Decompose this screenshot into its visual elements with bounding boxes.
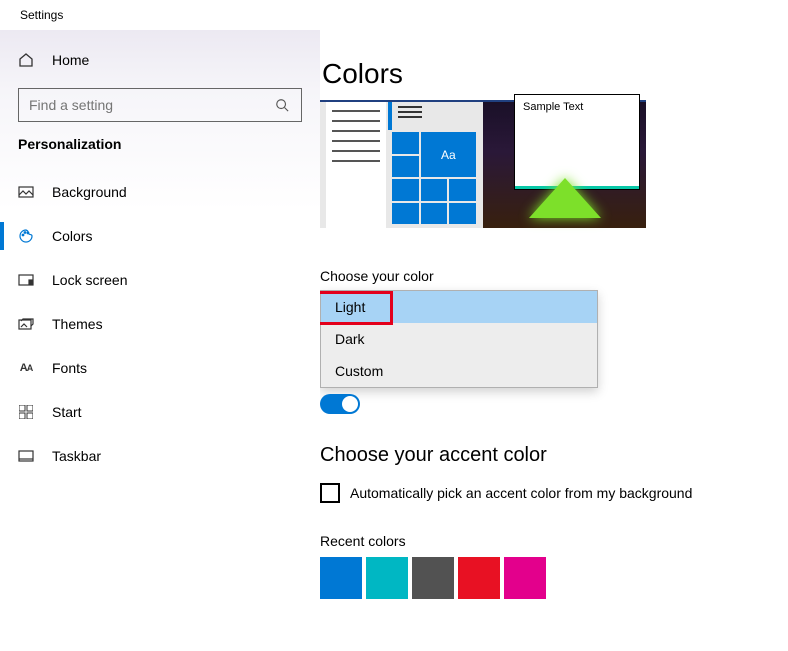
sidebar-item-themes[interactable]: Themes — [0, 302, 320, 346]
preview-light[interactable]: Aa — [320, 100, 483, 228]
dropdown-option-custom[interactable]: Custom — [321, 355, 597, 387]
search-icon — [275, 98, 291, 112]
sidebar-item-start[interactable]: Start — [0, 390, 320, 434]
sidebar-item-taskbar[interactable]: Taskbar — [0, 434, 320, 478]
sidebar-item-label: Themes — [52, 316, 103, 332]
window-title: Settings — [0, 0, 788, 30]
auto-pick-label: Automatically pick an accent color from … — [350, 485, 692, 501]
sidebar: Home Personalization Background Colors — [0, 30, 320, 651]
sidebar-section-title: Personalization — [0, 136, 320, 170]
image-icon — [18, 184, 34, 200]
dropdown-option-dark[interactable]: Dark — [321, 323, 597, 355]
recent-colors-label: Recent colors — [320, 533, 788, 549]
search-input-container[interactable] — [18, 88, 302, 122]
nav-home-label: Home — [52, 52, 89, 68]
color-mode-dropdown[interactable]: Light Dark Custom — [320, 290, 598, 388]
home-icon — [18, 52, 34, 68]
sidebar-item-fonts[interactable]: AA Fonts — [0, 346, 320, 390]
preview-sample-text: Sample Text — [515, 95, 639, 119]
tent-graphic — [529, 178, 601, 218]
sidebar-item-background[interactable]: Background — [0, 170, 320, 214]
checkbox-icon[interactable] — [320, 483, 340, 503]
sidebar-item-label: Lock screen — [52, 272, 127, 288]
sidebar-item-lockscreen[interactable]: Lock screen — [0, 258, 320, 302]
color-swatch[interactable] — [412, 557, 454, 599]
dropdown-option-light[interactable]: Light — [321, 291, 597, 323]
transparency-toggle[interactable] — [320, 394, 360, 414]
preview-tile-aa: Aa — [421, 132, 476, 177]
choose-color-label: Choose your color — [320, 268, 788, 284]
recent-colors-row — [320, 557, 788, 599]
sidebar-item-label: Colors — [52, 228, 92, 244]
lockscreen-icon — [18, 272, 34, 288]
sidebar-item-colors[interactable]: Colors — [0, 214, 320, 258]
auto-pick-checkbox-row[interactable]: Automatically pick an accent color from … — [320, 483, 788, 503]
preview-dark[interactable]: Sample Text — [483, 100, 646, 228]
sidebar-item-label: Start — [52, 404, 82, 420]
sidebar-item-label: Background — [52, 184, 127, 200]
fonts-icon: AA — [18, 362, 34, 374]
preview-popup: Sample Text — [514, 94, 640, 190]
taskbar-icon — [18, 448, 34, 464]
themes-icon — [18, 316, 34, 332]
page-title: Colors — [320, 58, 788, 90]
palette-icon — [18, 228, 34, 244]
color-swatch[interactable] — [458, 557, 500, 599]
color-swatch[interactable] — [504, 557, 546, 599]
start-icon — [18, 405, 34, 419]
toggle-row: On — [320, 394, 788, 414]
color-swatch[interactable] — [366, 557, 408, 599]
sidebar-item-label: Fonts — [52, 360, 87, 376]
main-panel: Colors Aa Sample Text — [320, 30, 788, 651]
color-swatch[interactable] — [320, 557, 362, 599]
sidebar-item-label: Taskbar — [52, 448, 101, 464]
preview-row: Aa Sample Text — [320, 100, 788, 228]
nav-home[interactable]: Home — [0, 40, 320, 80]
search-input[interactable] — [29, 97, 275, 113]
accent-heading: Choose your accent color — [320, 444, 788, 467]
